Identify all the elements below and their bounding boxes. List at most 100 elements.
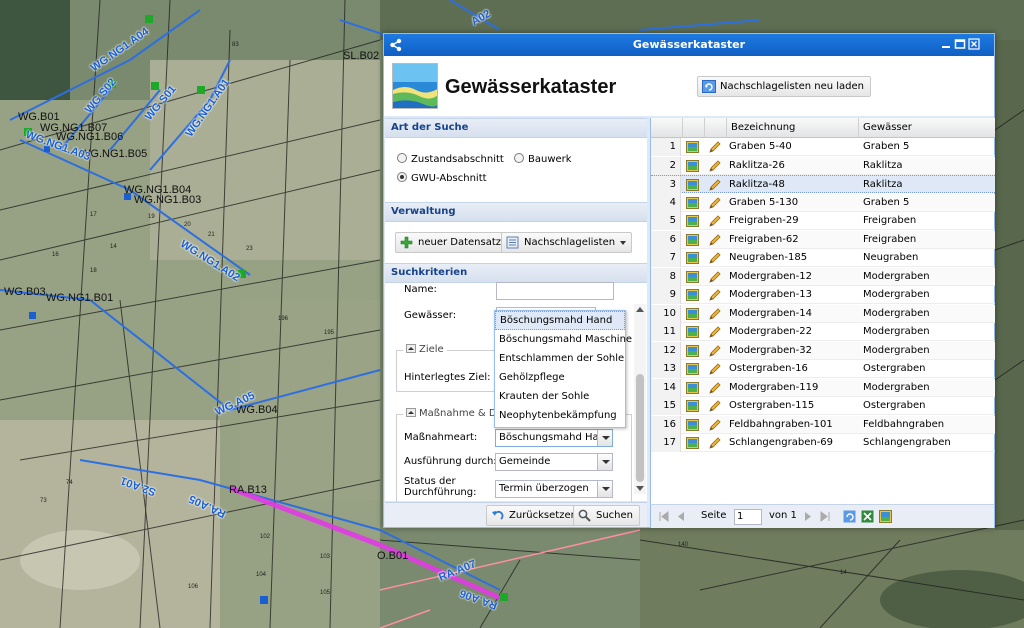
cell-bezeichnung: Raklitza-48 bbox=[729, 179, 785, 190]
reset-button[interactable]: Zurücksetzen bbox=[486, 505, 584, 526]
goals-legend[interactable]: Ziele bbox=[403, 344, 447, 355]
name-input[interactable] bbox=[496, 282, 614, 300]
edit-pencil-icon[interactable] bbox=[705, 342, 725, 360]
edit-pencil-icon[interactable] bbox=[705, 323, 725, 341]
first-page-icon[interactable] bbox=[657, 510, 670, 523]
show-on-map-icon[interactable] bbox=[683, 268, 703, 286]
table-row[interactable]: 14 Modergraben-119 Modergraben bbox=[651, 378, 995, 397]
minimize-icon[interactable] bbox=[940, 38, 952, 50]
edit-pencil-icon[interactable] bbox=[705, 212, 725, 230]
edit-pencil-icon[interactable] bbox=[705, 268, 725, 286]
table-row[interactable]: 15 Ostergraben-115 Ostergraben bbox=[651, 397, 995, 415]
refresh-icon[interactable] bbox=[843, 510, 856, 523]
last-page-icon[interactable] bbox=[819, 510, 832, 523]
edit-pencil-icon[interactable] bbox=[705, 434, 725, 452]
edit-pencil-icon[interactable] bbox=[705, 305, 725, 323]
edit-pencil-icon[interactable] bbox=[705, 416, 725, 434]
dropdown-option[interactable]: Krauten der Sohle bbox=[495, 387, 625, 406]
show-on-map-icon[interactable] bbox=[683, 249, 703, 267]
dropdown-option[interactable]: Gehölzpflege bbox=[495, 368, 625, 387]
dropdown-option[interactable]: Böschungsmahd Hand bbox=[495, 311, 625, 330]
show-on-map-icon[interactable] bbox=[683, 416, 703, 434]
collapse-icon[interactable] bbox=[406, 344, 416, 353]
collapse-icon[interactable] bbox=[406, 408, 416, 417]
table-row[interactable]: 12 Modergraben-32 Modergraben bbox=[651, 341, 995, 360]
show-on-map-icon[interactable] bbox=[683, 342, 703, 360]
close-icon[interactable] bbox=[968, 38, 980, 50]
map-export-icon[interactable] bbox=[879, 510, 892, 523]
show-on-map-icon[interactable] bbox=[683, 157, 703, 175]
show-on-map-icon[interactable] bbox=[683, 286, 703, 304]
edit-pencil-icon[interactable] bbox=[705, 249, 725, 267]
table-row[interactable]: 7 Neugraben-185 Neugraben bbox=[651, 249, 995, 267]
column-header-bezeichnung[interactable]: Bezeichnung bbox=[727, 118, 859, 138]
radio-button-checked[interactable] bbox=[397, 172, 407, 182]
table-row[interactable]: 8 Modergraben-12 Modergraben bbox=[651, 267, 995, 286]
scroll-up-icon[interactable] bbox=[636, 307, 644, 312]
show-on-map-icon[interactable] bbox=[683, 323, 703, 341]
show-on-map-icon[interactable] bbox=[683, 360, 703, 378]
show-on-map-icon[interactable] bbox=[683, 397, 703, 415]
table-row[interactable]: 11 Modergraben-22 Modergraben bbox=[651, 323, 995, 341]
lookup-lists-menu-button[interactable]: Nachschlagelisten bbox=[501, 232, 633, 253]
table-row[interactable]: 3 Raklitza-48 Raklitza bbox=[651, 175, 995, 194]
grid-header: Bezeichnung Gewässer bbox=[651, 118, 995, 138]
reload-lookup-lists-button[interactable]: Nachschlagelisten neu laden bbox=[697, 76, 872, 97]
radio-zustandsabschnitt[interactable]: Zustandsabschnitt bbox=[397, 153, 504, 165]
status-combo[interactable]: Termin überzogen bbox=[495, 480, 613, 498]
table-row[interactable]: 13 Ostergraben-16 Ostergraben bbox=[651, 360, 995, 378]
edit-pencil-icon[interactable] bbox=[705, 379, 725, 397]
edit-pencil-icon[interactable] bbox=[705, 194, 725, 212]
radio-button[interactable] bbox=[397, 153, 407, 163]
edit-pencil-icon[interactable] bbox=[705, 397, 725, 415]
edit-pencil-icon[interactable] bbox=[705, 176, 725, 194]
edit-pencil-icon[interactable] bbox=[705, 231, 725, 249]
next-page-icon[interactable] bbox=[801, 510, 814, 523]
table-row[interactable]: 10 Modergraben-14 Modergraben bbox=[651, 304, 995, 323]
chevron-down-icon[interactable] bbox=[597, 430, 612, 446]
show-on-map-icon[interactable] bbox=[683, 212, 703, 230]
table-row[interactable]: 9 Modergraben-13 Modergraben bbox=[651, 286, 995, 304]
table-row[interactable]: 17 Schlangengraben-69 Schlangengraben bbox=[651, 434, 995, 452]
measure-type-combo[interactable]: Böschungsmahd Han bbox=[495, 429, 613, 447]
prev-page-icon[interactable] bbox=[675, 510, 688, 523]
search-button[interactable]: Suchen bbox=[573, 505, 641, 526]
radio-bauwerk[interactable]: Bauwerk bbox=[514, 153, 572, 165]
window-titlebar[interactable]: Gewässerkataster bbox=[384, 34, 994, 56]
scroll-thumb[interactable] bbox=[636, 374, 644, 482]
edit-pencil-icon[interactable] bbox=[705, 138, 725, 156]
cell-gewaesser: Ostergraben bbox=[863, 363, 926, 374]
show-on-map-icon[interactable] bbox=[683, 176, 703, 194]
table-row[interactable]: 4 Graben 5-130 Graben 5 bbox=[651, 193, 995, 212]
new-record-button[interactable]: neuer Datensatz bbox=[395, 232, 509, 253]
table-row[interactable]: 2 Raklitza-26 Raklitza bbox=[651, 156, 995, 175]
dropdown-option[interactable]: Neophytenbekämpfung bbox=[495, 406, 625, 425]
show-on-map-icon[interactable] bbox=[683, 379, 703, 397]
show-on-map-icon[interactable] bbox=[683, 305, 703, 323]
table-row[interactable]: 1 Graben 5-40 Graben 5 bbox=[651, 138, 995, 156]
scroll-down-icon[interactable] bbox=[636, 486, 644, 491]
edit-pencil-icon[interactable] bbox=[705, 157, 725, 175]
radio-gwu-abschnitt[interactable]: GWU-Abschnitt bbox=[397, 172, 487, 184]
chevron-down-icon[interactable] bbox=[597, 481, 612, 497]
chevron-down-icon[interactable] bbox=[597, 454, 612, 470]
dropdown-option[interactable]: Böschungsmahd Maschine bbox=[495, 330, 632, 349]
show-on-map-icon[interactable] bbox=[683, 194, 703, 212]
maximize-icon[interactable] bbox=[954, 38, 966, 50]
edit-pencil-icon[interactable] bbox=[705, 360, 725, 378]
page-number-input[interactable]: 1 bbox=[734, 509, 762, 525]
table-row[interactable]: 6 Freigraben-62 Freigraben bbox=[651, 230, 995, 249]
column-header-gewaesser[interactable]: Gewässer bbox=[859, 118, 995, 138]
table-row[interactable]: 5 Freigraben-29 Freigraben bbox=[651, 212, 995, 230]
dropdown-option[interactable]: Entschlammen der Sohle bbox=[495, 349, 625, 368]
show-on-map-icon[interactable] bbox=[683, 434, 703, 452]
edit-pencil-icon[interactable] bbox=[705, 286, 725, 304]
show-on-map-icon[interactable] bbox=[683, 138, 703, 156]
excel-export-icon[interactable] bbox=[861, 510, 874, 523]
radio-button[interactable] bbox=[514, 153, 524, 163]
measure-type-dropdown[interactable]: Böschungsmahd Hand Böschungsmahd Maschin… bbox=[494, 310, 632, 428]
show-on-map-icon[interactable] bbox=[683, 231, 703, 249]
criteria-scrollbar[interactable] bbox=[634, 304, 646, 494]
execution-combo[interactable]: Gemeinde bbox=[495, 453, 613, 471]
table-row[interactable]: 16 Feldbahngraben-101 Feldbahngraben bbox=[651, 415, 995, 434]
